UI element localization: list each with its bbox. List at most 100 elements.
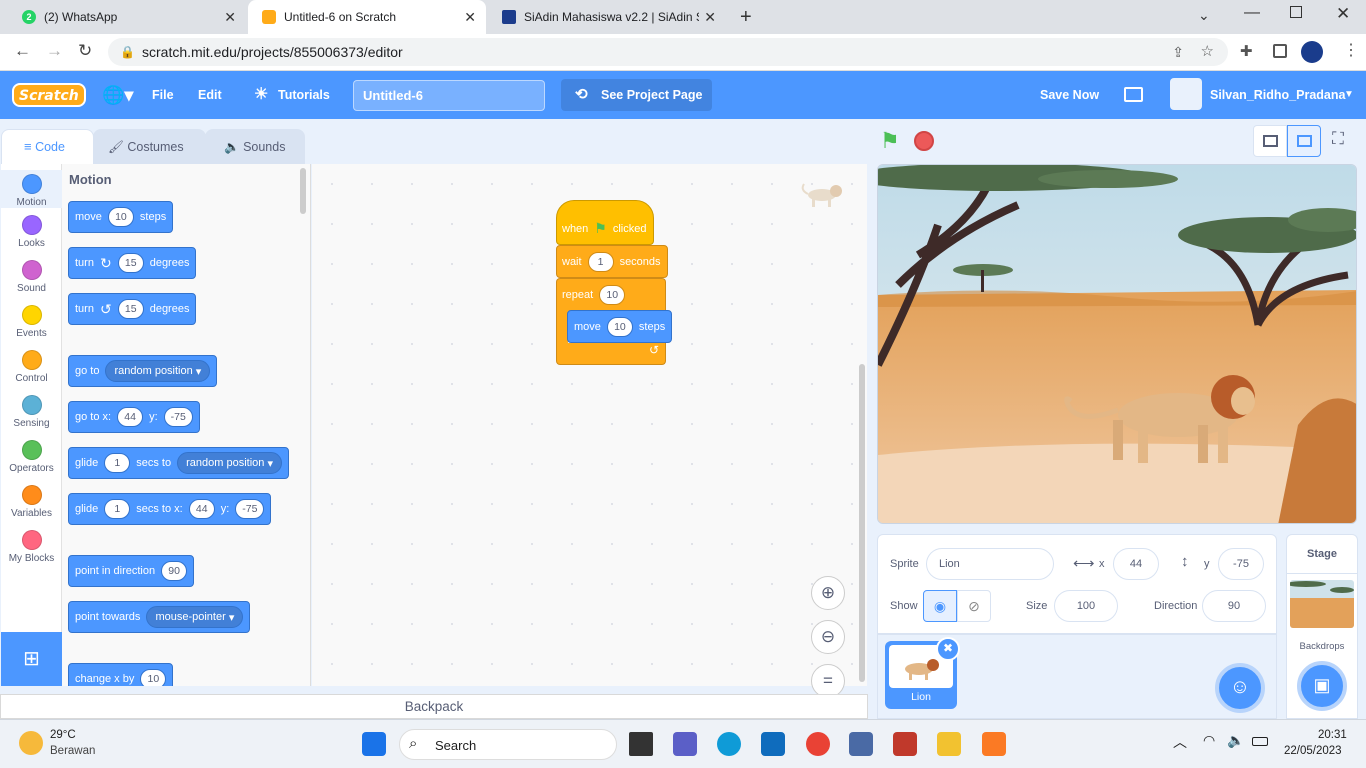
block-input[interactable]: 1 — [104, 453, 131, 473]
tab-costumes[interactable]: 🖌 Costumes — [93, 129, 206, 164]
my-stuff-folder-icon[interactable] — [1124, 87, 1143, 102]
edit-menu[interactable]: Edit — [198, 71, 222, 119]
block-input[interactable]: 15 — [117, 253, 144, 273]
block-move[interactable]: move 10 steps — [68, 201, 174, 233]
back-icon[interactable]: ← — [14, 41, 31, 61]
url-field[interactable]: 🔒 scratch.mit.edu/projects/855006373/edi… — [108, 38, 1228, 66]
category-operators[interactable]: Operators — [1, 440, 62, 474]
choose-sprite-button[interactable]: ☺ — [1215, 663, 1265, 713]
project-title-input[interactable]: Untitled-6 — [353, 80, 545, 111]
restore-icon[interactable] — [1290, 6, 1302, 18]
weather-desc[interactable]: Berawan — [50, 745, 95, 757]
clock-time[interactable]: 20:31 — [1318, 729, 1347, 741]
block-move-in-script[interactable]: move 10 steps — [567, 310, 673, 343]
new-tab-icon[interactable]: + — [740, 6, 752, 29]
teams-icon[interactable] — [673, 732, 697, 756]
block-glide[interactable]: glide 1 secs to random position ▾ — [68, 447, 289, 479]
size-field[interactable]: 100 — [1054, 590, 1118, 622]
block-dropdown[interactable]: random position ▾ — [177, 452, 282, 474]
block-point-in-direction[interactable]: point in direction 90 — [68, 555, 195, 587]
file-menu[interactable]: File — [152, 71, 174, 119]
tab-sounds[interactable]: 🔈 Sounds — [205, 129, 305, 164]
close-tab-icon[interactable]: ✕ — [464, 9, 476, 26]
tutorials-menu[interactable]: Tutorials — [278, 71, 330, 119]
delete-sprite-button[interactable]: ✖ — [936, 637, 960, 661]
green-flag-button[interactable]: ⚑ — [880, 128, 900, 154]
block-input[interactable]: -75 — [163, 407, 193, 427]
zoom-reset-button[interactable]: = — [811, 664, 845, 698]
zoom-in-button[interactable]: ⊕ — [811, 576, 845, 610]
category-my-blocks[interactable]: My Blocks — [1, 530, 62, 564]
block-wait[interactable]: wait 1 seconds — [556, 245, 668, 278]
show-sprite-button[interactable]: ◉ — [923, 590, 957, 622]
workspace-scrollbar[interactable] — [859, 364, 865, 682]
user-dropdown-icon[interactable]: ▼ — [1344, 71, 1354, 119]
block-input[interactable]: -75 — [235, 499, 265, 519]
stage-thumbnail[interactable] — [1290, 580, 1354, 628]
language-globe-icon[interactable]: 🌐▾ — [102, 71, 133, 119]
hide-sprite-button[interactable]: ⊘ — [957, 590, 991, 622]
edge-icon[interactable] — [717, 732, 741, 756]
tab-code[interactable]: ≡ Code — [1, 129, 94, 164]
normal-stage-button[interactable] — [1287, 125, 1321, 157]
clock-date[interactable]: 22/05/2023 — [1284, 745, 1342, 757]
chrome-menu-icon[interactable]: ⋮ — [1343, 40, 1359, 60]
tab-siadin[interactable]: SiAdin Mahasiswa v2.2 | SiAdin S ✕ — [488, 0, 726, 34]
block-glide-xy[interactable]: glide 1 secs to x: 44 y: -75 — [68, 493, 272, 525]
close-tab-icon[interactable]: ✕ — [224, 9, 236, 26]
add-extension-button[interactable]: ⊞ — [1, 632, 62, 686]
block-input[interactable]: 10 — [107, 207, 134, 227]
category-events[interactable]: Events — [1, 305, 62, 339]
category-sound[interactable]: Sound — [1, 260, 62, 294]
stop-button[interactable] — [914, 131, 934, 151]
wifi-icon[interactable]: ◠ — [1203, 732, 1215, 749]
block-input[interactable]: 90 — [161, 561, 188, 581]
windows-start-icon[interactable] — [362, 732, 386, 756]
chrome-icon[interactable] — [806, 732, 830, 756]
bookmark-star-icon[interactable]: ☆ — [1201, 38, 1214, 66]
block-dropdown[interactable]: mouse-pointer ▾ — [146, 606, 244, 628]
category-motion[interactable]: Motion — [1, 170, 62, 208]
x-field[interactable]: 44 — [1113, 548, 1159, 580]
category-variables[interactable]: Variables — [1, 485, 62, 519]
user-avatar[interactable] — [1170, 78, 1202, 110]
weather-temp[interactable]: 29°C — [50, 729, 76, 741]
block-repeat[interactable]: repeat 10 — [556, 278, 666, 311]
block-input[interactable]: 1 — [587, 251, 614, 272]
forward-icon[interactable]: → — [46, 41, 63, 61]
extensions-icon[interactable]: ✚ — [1240, 42, 1253, 60]
username-menu[interactable]: Silvan_Ridho_Pradana — [1210, 71, 1345, 119]
block-input[interactable]: 10 — [140, 669, 167, 686]
block-turn-left[interactable]: turn ↺ 15 degrees — [68, 293, 197, 325]
block-dropdown[interactable]: random position ▾ — [105, 360, 211, 382]
block-input[interactable]: 10 — [599, 285, 626, 305]
block-turn-right[interactable]: turn ↻ 15 degrees — [68, 247, 197, 279]
block-input[interactable]: 1 — [104, 499, 131, 519]
block-when-flag-clicked[interactable]: when ⚑ clicked — [556, 200, 654, 245]
taskbar-search[interactable]: ⌕ Search — [399, 729, 617, 760]
mail-icon[interactable] — [761, 732, 785, 756]
small-stage-button[interactable] — [1253, 125, 1287, 157]
save-now-button[interactable]: Save Now — [1040, 71, 1099, 119]
category-control[interactable]: Control — [1, 350, 62, 384]
block-input[interactable]: 44 — [188, 499, 215, 519]
scratch-logo[interactable]: Scratch — [12, 83, 86, 107]
close-window-icon[interactable]: ✕ — [1336, 4, 1350, 24]
see-project-page-button[interactable]: ⟲ See Project Page — [561, 79, 712, 111]
tab-scratch[interactable]: Untitled-6 on Scratch ✕ — [248, 0, 486, 34]
close-tab-icon[interactable]: ✕ — [704, 9, 716, 26]
category-looks[interactable]: Looks — [1, 215, 62, 249]
block-point-towards[interactable]: point towards mouse-pointer ▾ — [68, 601, 251, 633]
reload-icon[interactable]: ↻ — [78, 41, 92, 61]
tab-search-icon[interactable]: ⌄ — [1198, 7, 1210, 24]
category-sensing[interactable]: Sensing — [1, 395, 62, 429]
block-go-to-xy[interactable]: go to x: 44 y: -75 — [68, 401, 200, 433]
side-panel-icon[interactable] — [1273, 44, 1287, 58]
file-explorer-icon[interactable] — [937, 732, 961, 756]
block-input[interactable]: 10 — [606, 316, 633, 337]
xampp-icon[interactable] — [982, 732, 1006, 756]
profile-avatar[interactable] — [1301, 41, 1323, 63]
fullscreen-icon[interactable]: ⛶ — [1332, 129, 1344, 149]
minimize-icon[interactable]: — — [1244, 4, 1260, 22]
tray-chevron-icon[interactable]: ︿ — [1173, 732, 1187, 752]
